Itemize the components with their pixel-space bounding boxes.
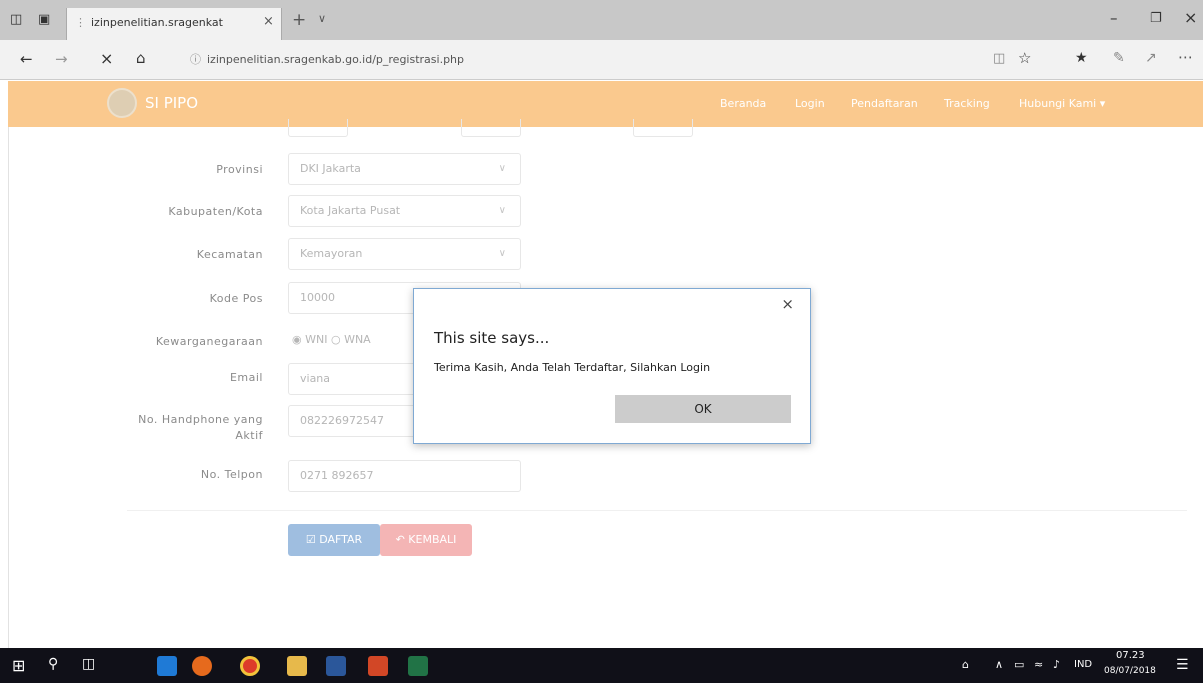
action-center-icon[interactable]: ☰ [1176, 657, 1189, 673]
tab-list-chevron-icon[interactable]: ∨ [318, 12, 326, 25]
edge-icon[interactable] [157, 656, 177, 676]
favorites-hub-icon[interactable]: ★ [1075, 50, 1088, 66]
address-bar[interactable]: ⓘ izinpenelitian.sragenkab.go.id/p_regist… [178, 47, 938, 73]
restore-icon[interactable]: ❐ [1150, 11, 1162, 26]
tab-set-aside-icon[interactable]: ◫ [10, 12, 22, 27]
loading-icon: ⋮ [75, 16, 86, 29]
new-tab-icon[interactable]: + [292, 10, 306, 30]
alert-dialog: × This site says... Terima Kasih, Anda T… [413, 288, 811, 444]
minimize-icon[interactable]: – [1110, 9, 1118, 27]
browser-tab[interactable]: ⋮ izinpenelitian.sragenkat × [66, 8, 282, 40]
forward-icon[interactable]: → [55, 50, 68, 68]
home-icon[interactable]: ⌂ [136, 49, 146, 67]
chrome-icon[interactable] [240, 656, 260, 676]
reading-view-icon[interactable]: ◫ [993, 51, 1005, 66]
chevron-up-icon[interactable]: ∧ [995, 658, 1003, 671]
powerpoint-icon[interactable] [368, 656, 388, 676]
address-bar-row: ← → × ⌂ ⓘ izinpenelitian.sragenkab.go.id/… [0, 40, 1203, 80]
search-icon[interactable]: ⚲ [48, 656, 58, 672]
browser-tab-bar: ◫ ▣ ⋮ izinpenelitian.sragenkat × + ∨ – ❐… [0, 0, 1203, 40]
excel-icon[interactable] [408, 656, 428, 676]
favorite-star-icon[interactable]: ☆ [1018, 49, 1031, 67]
battery-icon[interactable]: ▭ [1014, 658, 1024, 671]
back-icon[interactable]: ← [20, 50, 33, 68]
web-note-icon[interactable]: ✎ [1113, 50, 1125, 66]
more-icon[interactable]: ⋯ [1178, 48, 1193, 66]
tab-preview-icon[interactable]: ▣ [38, 12, 50, 27]
volume-icon[interactable]: ♪ [1053, 658, 1060, 671]
language-indicator[interactable]: IND [1074, 659, 1092, 670]
task-view-icon[interactable]: ◫ [82, 656, 95, 672]
clock-date[interactable]: 08/07/2018 [1104, 666, 1156, 676]
people-icon[interactable]: ⌂ [962, 658, 969, 671]
word-icon[interactable] [326, 656, 346, 676]
url-text: izinpenelitian.sragenkab.go.id/p_registr… [207, 53, 465, 66]
tab-close-icon[interactable]: × [263, 14, 274, 29]
windows-taskbar: ⊞ ⚲ ◫ ⌂ ∧ ▭ ≈ ♪ IND 07.23 08/07/2018 ☰ [0, 648, 1203, 683]
stop-icon[interactable]: × [100, 49, 113, 68]
info-icon: ⓘ [190, 53, 201, 66]
window-close-icon[interactable]: × [1184, 8, 1197, 27]
close-icon[interactable]: × [781, 295, 794, 313]
share-icon[interactable]: ↗ [1145, 50, 1157, 66]
wifi-icon[interactable]: ≈ [1034, 658, 1043, 671]
clock-time[interactable]: 07.23 [1116, 650, 1145, 661]
firefox-icon[interactable] [192, 656, 212, 676]
ok-button[interactable]: OK [615, 395, 791, 423]
windows-start-icon[interactable]: ⊞ [12, 656, 25, 675]
file-explorer-icon[interactable] [287, 656, 307, 676]
dialog-title: This site says... [434, 329, 550, 347]
dialog-message: Terima Kasih, Anda Telah Terdaftar, Sila… [434, 361, 711, 374]
tab-title: izinpenelitian.sragenkat [91, 16, 223, 29]
